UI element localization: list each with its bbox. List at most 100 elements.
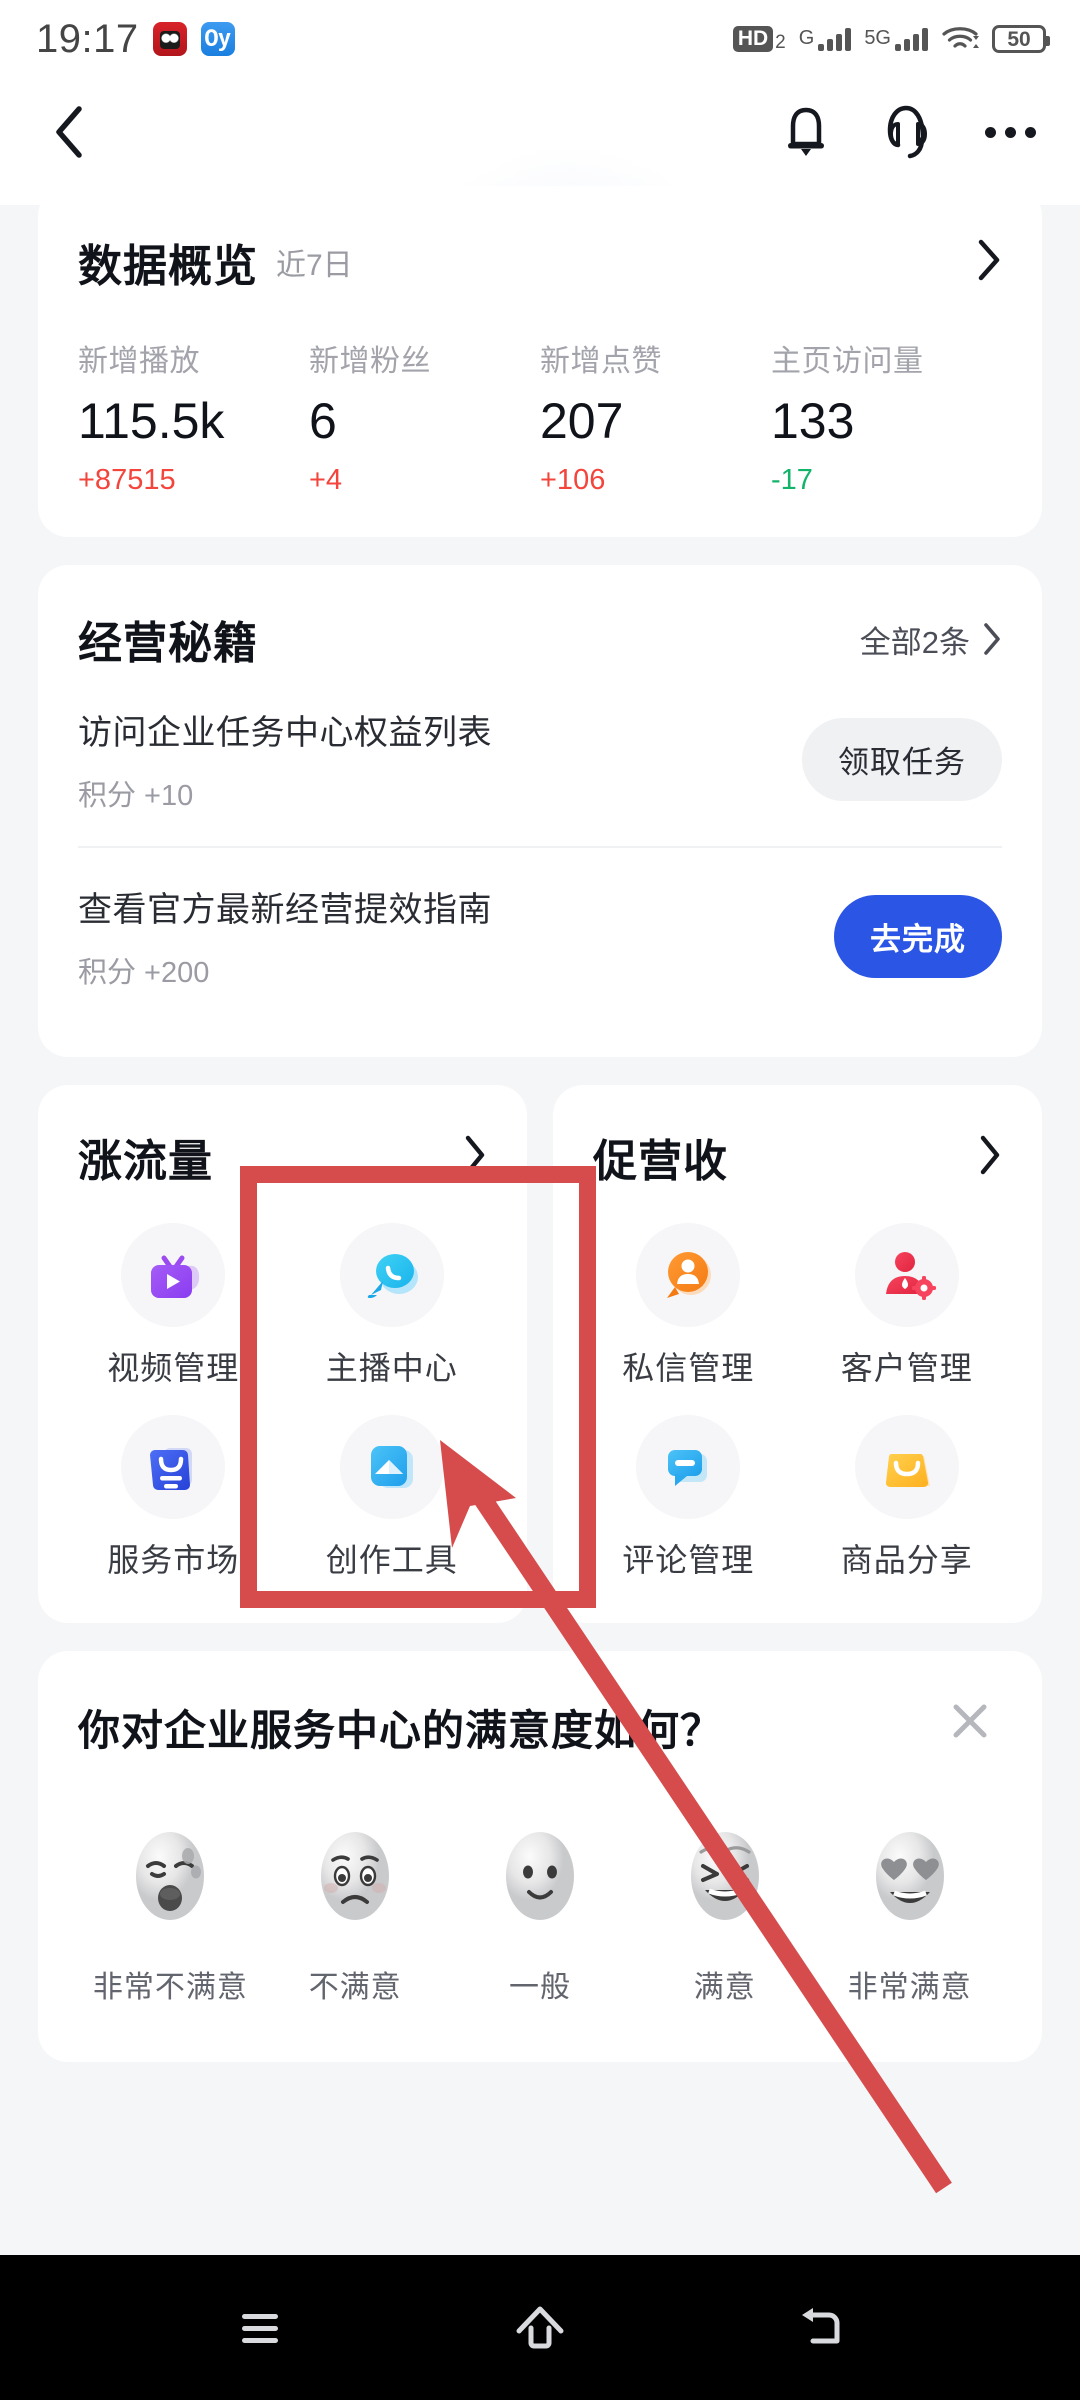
sim2-network-label: 5G: [864, 26, 891, 49]
tile-label: 评论管理: [622, 1542, 755, 1578]
battery-percent: 50: [1007, 27, 1031, 51]
chevron-right-icon[interactable]: [976, 238, 1002, 287]
neutral-face: [505, 1832, 574, 1920]
overview-period-label: 近7日: [276, 249, 353, 282]
back-arrow-icon[interactable]: [765, 2273, 875, 2383]
stat-delta: +87515: [78, 464, 176, 496]
panel-title: 涨流量: [78, 1137, 213, 1186]
data-overview-card[interactable]: 数据概览 近7日 新增播放 115.5k +87515 新增粉丝 6 +4 新增…: [38, 186, 1042, 537]
stat-label: 新增播放: [78, 345, 200, 378]
headset-icon[interactable]: [880, 104, 936, 160]
system-navigation-bar: [0, 2255, 1080, 2400]
survey-option-label: 一般: [508, 1971, 571, 2004]
red-app-icon: [152, 22, 187, 56]
home-icon[interactable]: [485, 2273, 595, 2383]
survey-option-very-dissatisfied[interactable]: 非常不满意: [78, 1820, 263, 2006]
tile-customer-management[interactable]: 客户管理: [798, 1223, 1017, 1389]
stat-label: 主页访问量: [771, 345, 924, 378]
angry-face: [136, 1832, 205, 1920]
happy-face: [690, 1832, 759, 1920]
app-bar: [0, 78, 1080, 186]
battery-icon: 50: [992, 25, 1050, 53]
panel-title: 促营收: [593, 1137, 728, 1186]
tile-label: 私信管理: [622, 1350, 755, 1386]
tile-label: 视频管理: [107, 1350, 240, 1386]
stat-label: 新增点赞: [540, 345, 662, 378]
go-complete-button[interactable]: 去完成: [834, 895, 1002, 978]
tip-row: 访问企业任务中心权益列表 积分 +10 领取任务: [78, 671, 1002, 846]
survey-option-very-satisfied[interactable]: 非常满意: [817, 1820, 1002, 2006]
stat-item: 新增点赞 207 +106: [540, 336, 771, 497]
survey-question: 你对企业服务中心的满意度如何？: [78, 1707, 724, 1754]
tile-video-management[interactable]: 视频管理: [64, 1223, 283, 1389]
survey-option-label: 不满意: [308, 1971, 402, 2004]
service-bag-icon: [121, 1415, 226, 1519]
tile-service-market[interactable]: 服务市场: [64, 1415, 283, 1581]
customer-gear-icon: [854, 1223, 959, 1327]
panel-revenue-growth: 促营收 私信管理 客户管理 评论管理 商品分享: [553, 1085, 1042, 1623]
survey-option-label: 非常不满意: [92, 1971, 248, 2004]
message-person-icon: [636, 1223, 741, 1327]
tips-view-all[interactable]: 全部2条: [860, 617, 1002, 662]
signal-sim2-icon: 5G: [864, 26, 928, 51]
panel-header: 涨流量: [64, 1125, 501, 1189]
stat-delta: +4: [309, 464, 343, 496]
claim-task-button[interactable]: 领取任务: [802, 718, 1002, 801]
more-dots-icon[interactable]: [982, 104, 1038, 160]
hd-label: HD: [732, 26, 774, 52]
close-icon[interactable]: [942, 1693, 998, 1749]
panel-header: 促营收: [579, 1125, 1016, 1189]
tile-comment-management[interactable]: 评论管理: [579, 1415, 798, 1581]
tile-label: 创作工具: [325, 1542, 458, 1578]
chevron-right-icon: [984, 623, 1000, 655]
tile-label: 商品分享: [840, 1542, 973, 1578]
status-bar-left: 19:17: [36, 17, 235, 62]
stat-item: 新增播放 115.5k +87515: [78, 336, 309, 497]
blue-app-icon: [200, 22, 235, 56]
comment-icon: [636, 1415, 741, 1519]
tile-label: 主播中心: [325, 1350, 458, 1386]
menu-icon[interactable]: [205, 2273, 315, 2383]
survey-option-label: 满意: [693, 1971, 756, 2004]
tips-header: 经营秘籍 全部2条: [78, 607, 1002, 671]
tip-title: 查看官方最新经营提效指南: [78, 891, 492, 929]
tile-label: 服务市场: [107, 1542, 240, 1578]
overview-stats: 新增播放 115.5k +87515 新增粉丝 6 +4 新增点赞 207 +1…: [78, 336, 1002, 497]
back-chevron-icon[interactable]: [46, 106, 92, 158]
survey-option-satisfied[interactable]: 满意: [632, 1820, 817, 2006]
tile-creation-tools[interactable]: 创作工具: [283, 1415, 502, 1581]
tip-points: 积分 +200: [78, 957, 210, 989]
survey-option-neutral[interactable]: 一般: [448, 1820, 633, 2006]
panel-traffic-growth: 涨流量 视频管理 主播中心 服务市场 创作工具: [38, 1085, 527, 1623]
stat-item: 新增粉丝 6 +4: [309, 336, 540, 497]
chevron-right-icon[interactable]: [978, 1134, 1002, 1181]
hd-voice-icon: HD 2: [732, 26, 786, 53]
speech-bubble-icon: [339, 1223, 444, 1327]
tips-title: 经营秘籍: [78, 619, 258, 668]
tip-title: 访问企业任务中心权益列表: [78, 714, 492, 752]
status-bar-clock: 19:17: [36, 16, 139, 61]
chevron-right-icon[interactable]: [463, 1134, 487, 1181]
app-bar-actions: [778, 104, 1038, 160]
page-title: 数据概览: [78, 242, 258, 291]
stat-value: 115.5k: [78, 393, 225, 449]
tip-content: 查看官方最新经营提效指南 积分 +200: [78, 882, 492, 991]
signal-sim1-icon: G: [799, 27, 852, 51]
quick-action-panels: 涨流量 视频管理 主播中心 服务市场 创作工具 促营收 私信管理 客户管理 评论…: [38, 1085, 1042, 1623]
tip-row: 查看官方最新经营提效指南 积分 +200 去完成: [78, 846, 1002, 1023]
page-content: 数据概览 近7日 新增播放 115.5k +87515 新增粉丝 6 +4 新增…: [0, 186, 1080, 2062]
stat-label: 新增粉丝: [309, 345, 431, 378]
creation-tool-icon: [339, 1415, 444, 1519]
panel-tiles: 私信管理 客户管理 评论管理 商品分享: [579, 1223, 1016, 1581]
bell-icon[interactable]: [778, 104, 834, 160]
status-bar: 19:17 HD 2 G 5G: [0, 0, 1080, 78]
stat-value: 6: [309, 393, 337, 449]
hd-sim-number: 2: [775, 32, 786, 53]
survey-option-label: 非常满意: [847, 1971, 972, 2004]
heart-eyes-face: [875, 1832, 944, 1920]
tile-private-message-management[interactable]: 私信管理: [579, 1223, 798, 1389]
tile-product-sharing[interactable]: 商品分享: [798, 1415, 1017, 1581]
survey-option-dissatisfied[interactable]: 不满意: [263, 1820, 448, 2006]
stat-delta: -17: [771, 464, 813, 496]
tile-anchor-center[interactable]: 主播中心: [283, 1223, 502, 1389]
